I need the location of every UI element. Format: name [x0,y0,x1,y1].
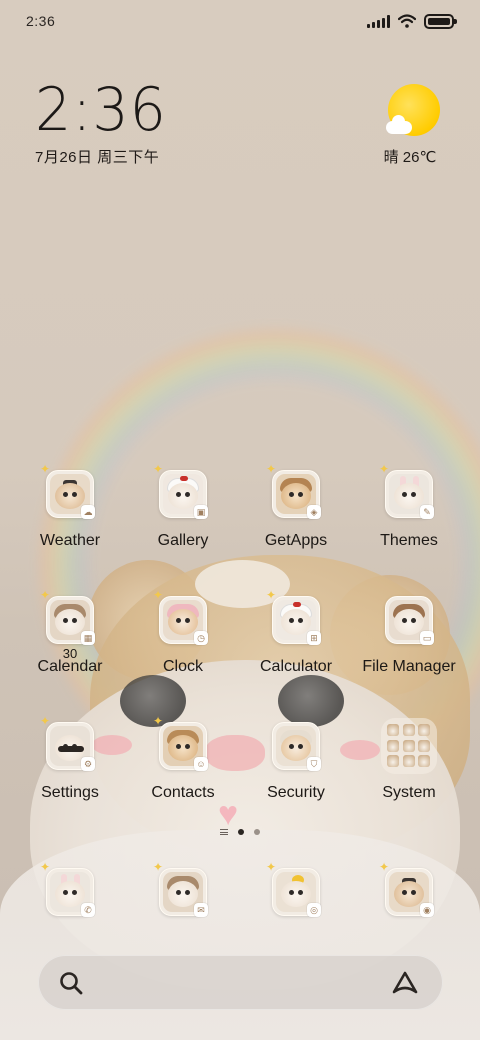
photo-badge-icon: ▣ [194,505,208,519]
weather-widget[interactable]: 晴 26℃ [384,84,444,167]
cloud-badge-icon: ☁ [81,505,95,519]
dock-messages[interactable]: ✦ ✉ [127,861,239,917]
dock-browser[interactable]: ✦ ◎ [240,861,352,917]
signal-icon [367,14,390,28]
gear-badge-icon: ⚙ [81,757,95,771]
app-label-security: Security [267,784,325,801]
app-weather[interactable]: ✦ ☁ Weather [14,463,126,550]
message-badge-icon: ✉ [194,903,208,917]
app-label-file-manager: File Manager [362,658,456,675]
dock-camera[interactable]: ✦ ◉ [353,861,465,917]
security-app-icon: ⛉ [272,722,321,771]
app-gallery[interactable]: ✦ ▣ Gallery [127,463,239,550]
clock-time: 2:36 [35,75,167,145]
clock-app-icon: ✦ ◷ [153,589,208,645]
app-clock[interactable]: ✦ ◷ Clock [127,589,239,676]
file-manager-app-icon: ▭ [385,596,434,645]
app-label-clock: Clock [162,658,203,675]
app-label-calculator: Calculator [259,658,333,675]
battery-icon [424,13,457,29]
app-label-contacts: Contacts [151,784,215,801]
getapps-app-icon: ✦ ◈ [266,463,321,519]
calculator-badge-icon: ⊞ [307,631,321,645]
bag-badge-icon: ◈ [307,505,321,519]
clock-date: 7月26日 周三下午 [35,149,160,166]
phone-app-icon: ✦ ✆ [40,861,95,917]
person-badge-icon: ☺ [194,757,208,771]
folder-badge-icon: ▭ [420,631,434,645]
home-list-icon [220,829,228,835]
browser-app-icon: ✦ ◎ [266,861,321,917]
status-time: 2:36 [26,13,56,29]
search-bar[interactable] [38,955,443,1010]
status-icons [367,13,457,29]
app-settings[interactable]: ✦ ⚙ Settings [14,715,126,802]
app-getapps[interactable]: ✦ ◈ GetApps [240,463,352,550]
browser-badge-icon: ◎ [307,903,321,917]
sun-cloud-icon [386,84,440,136]
page-indicator[interactable] [0,829,480,835]
calendar-app-icon: ✦ ▦ [40,589,95,645]
phone-badge-icon: ✆ [81,903,95,917]
triangle-logo-icon[interactable] [391,970,419,996]
app-label-weather: Weather [39,532,101,549]
app-system-folder[interactable]: System [353,718,465,802]
search-icon[interactable] [58,970,84,996]
app-label-gallery: Gallery [157,532,209,549]
dock-phone[interactable]: ✦ ✆ [14,861,126,917]
folder-icon [381,718,437,774]
status-bar: 2:36 [0,0,480,42]
app-calendar[interactable]: ✦ ▦ 30 Calendar [14,589,126,676]
page-dot-1 [238,829,244,835]
weather-app-icon: ✦ ☁ [40,463,95,519]
weather-text: 晴 26℃ [383,149,437,166]
app-calculator[interactable]: ✦ ⊞ Calculator [240,589,352,676]
app-label-themes: Themes [380,532,438,549]
brush-badge-icon: ✎ [420,505,434,519]
app-themes[interactable]: ✦ ✎ Themes [353,463,465,550]
calendar-badge-icon: ▦ [81,631,95,645]
camera-app-icon: ✦ ◉ [379,861,434,917]
app-label-system: System [382,784,436,801]
calculator-app-icon: ✦ ⊞ [266,589,321,645]
messages-app-icon: ✦ ✉ [153,861,208,917]
themes-app-icon: ✦ ✎ [379,463,434,519]
shield-badge-icon: ⛉ [307,757,321,771]
settings-app-icon: ✦ ⚙ [40,715,95,771]
gallery-app-icon: ✦ ▣ [153,463,208,519]
page-dot-2 [254,829,260,835]
app-contacts[interactable]: ✦ ☺ Contacts [127,715,239,802]
clock-badge-icon: ◷ [194,631,208,645]
app-label-getapps: GetApps [264,532,328,549]
camera-badge-icon: ◉ [420,903,434,917]
clock-widget[interactable]: 2:36 7月26日 周三下午 [35,78,174,167]
wifi-icon [398,14,416,28]
app-file-manager[interactable]: ▭ File Manager [353,596,465,676]
calendar-day-number: 30 [62,646,78,661]
app-label-settings: Settings [41,784,99,801]
contacts-app-icon: ✦ ☺ [153,715,208,771]
app-security[interactable]: ⛉ Security [240,722,352,802]
